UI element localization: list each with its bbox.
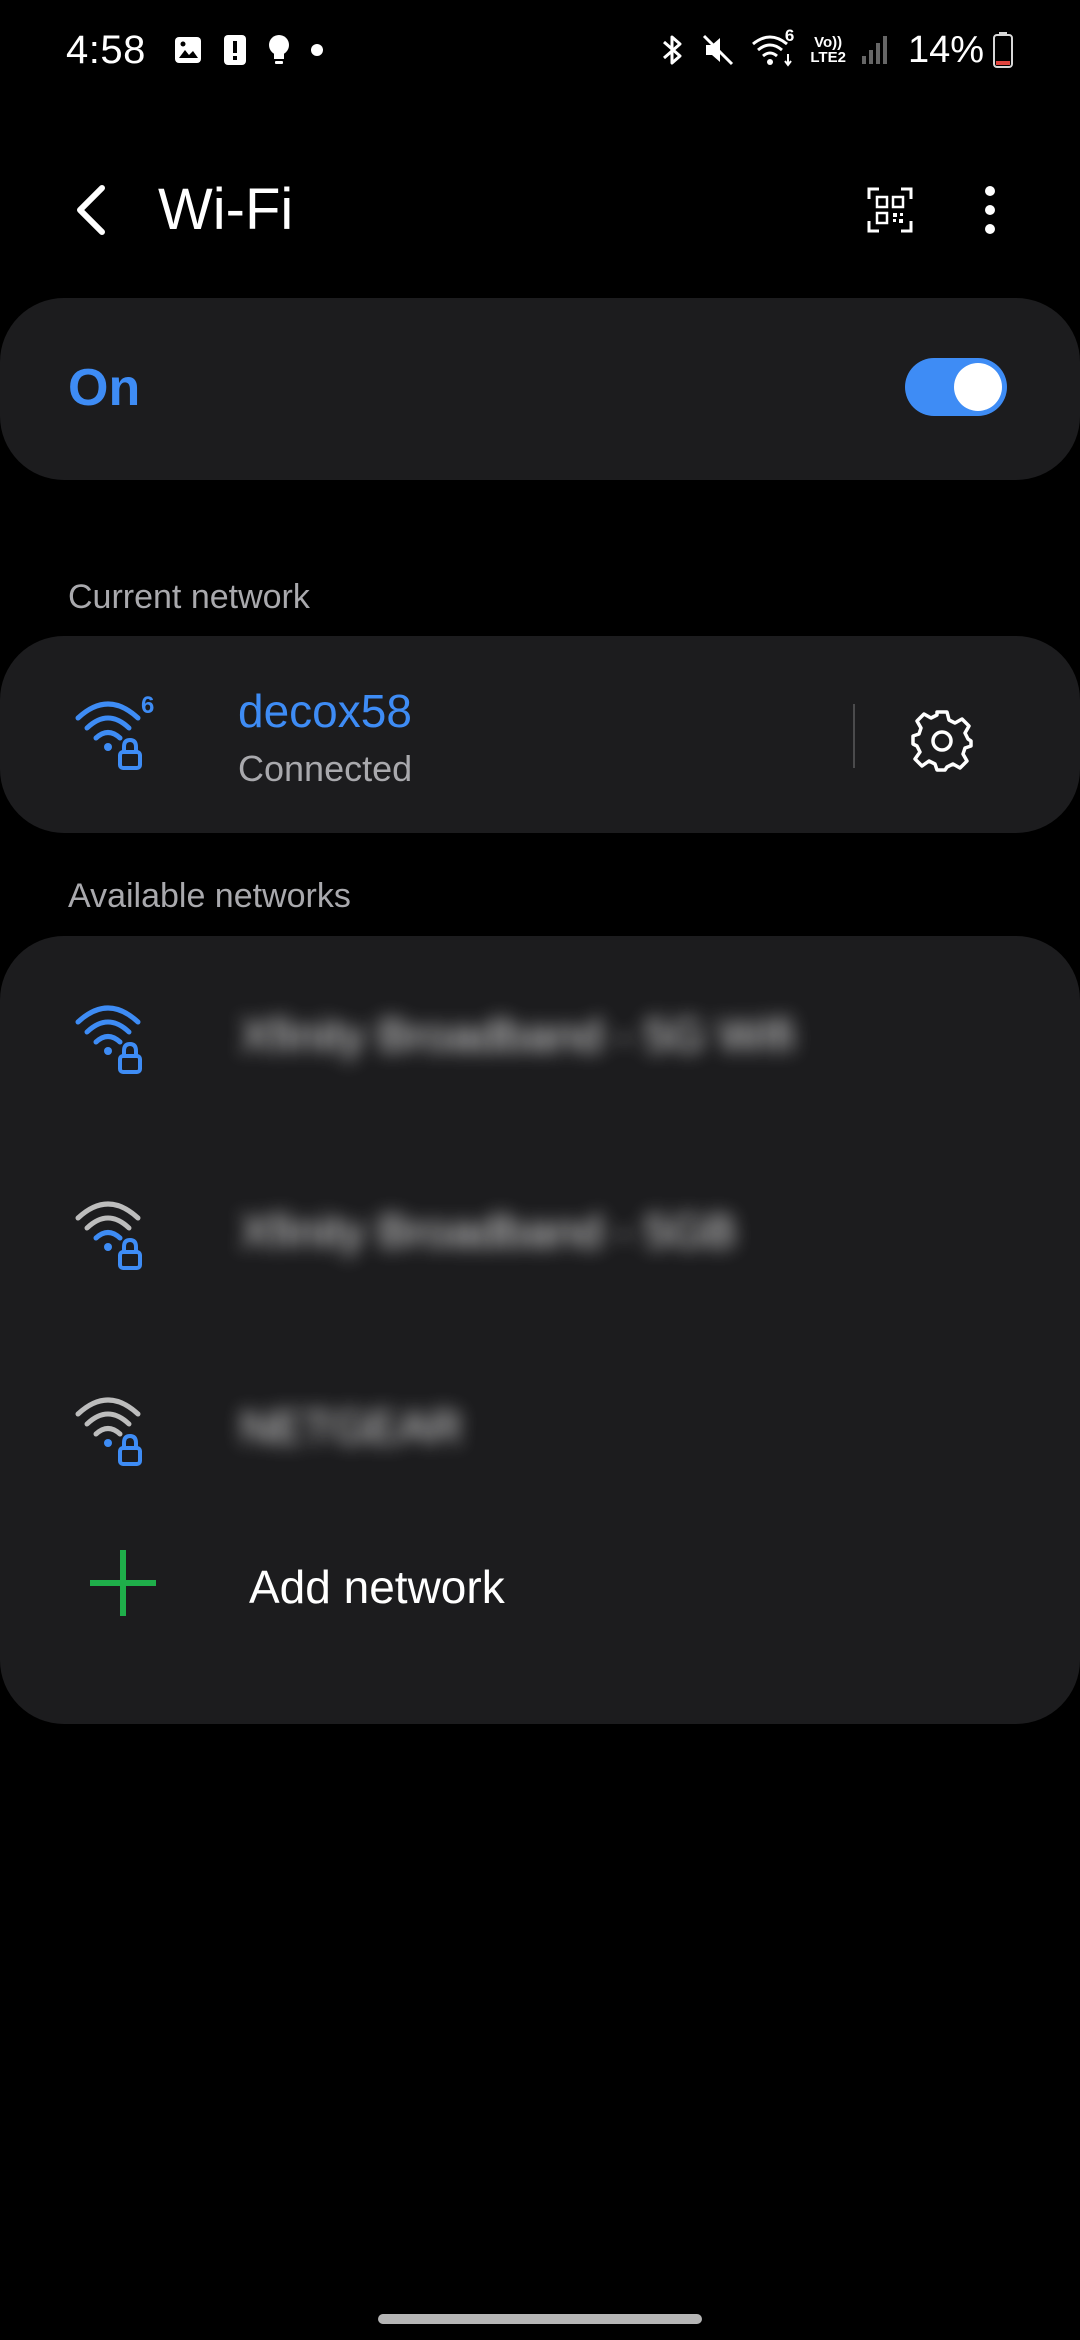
wifi-settings-screen: 4:58 6 Vo)) LTE2 14% Wi-Fi On Current ne…: [0, 0, 1080, 2340]
lte-indicator: Vo)) LTE2: [810, 35, 846, 65]
wifi-lock-icon: [75, 1005, 142, 1074]
home-indicator[interactable]: [378, 2314, 702, 2324]
back-arrow-icon: [77, 185, 105, 235]
plus-icon: [90, 1550, 156, 1616]
current-network-status: Connected: [238, 748, 413, 789]
back-button[interactable]: [60, 178, 124, 242]
more-options-button[interactable]: [962, 180, 1018, 240]
wifi-lock-icon: [75, 1201, 142, 1270]
current-network-heading: Current network: [68, 578, 310, 616]
wifi-toggle-switch[interactable]: [905, 358, 1007, 416]
wifi-icon: 6: [750, 26, 796, 68]
alert-icon: [222, 33, 248, 67]
status-bar-left: 4:58: [66, 28, 342, 73]
row-divider: [853, 704, 855, 768]
page-title: Wi-Fi: [158, 177, 294, 242]
signal-icon: [860, 34, 890, 66]
current-network-row[interactable]: 6 decox58 Connected: [0, 636, 840, 833]
add-network-button[interactable]: Add network: [0, 1492, 1080, 1692]
qr-code-button[interactable]: [860, 180, 920, 240]
dot-icon: [310, 43, 324, 57]
qr-code-icon: [867, 187, 913, 233]
add-network-label: Add network: [249, 1561, 505, 1613]
wifi-toggle-label: On: [68, 359, 141, 417]
wifi-lock-icon: [75, 1397, 142, 1466]
wifi-toggle-card[interactable]: On: [0, 298, 1080, 480]
wifi-badge: 6: [784, 26, 795, 45]
bulb-icon: [266, 33, 292, 67]
network-name: Xfinity Broadband - 5G Wifi: [240, 1009, 795, 1061]
lte-line-1: Vo)): [814, 34, 843, 51]
mute-icon: [700, 32, 736, 68]
status-bar: 4:58 6 Vo)) LTE2 14%: [0, 0, 1080, 100]
lte-line-2: LTE2: [810, 49, 846, 66]
status-bar-right: 6 Vo)) LTE2 14%: [660, 26, 1014, 72]
current-network-card: 6 decox58 Connected: [0, 636, 1080, 833]
available-networks-heading: Available networks: [68, 877, 351, 915]
network-name: NETGEAR: [240, 1401, 463, 1453]
more-vert-icon: [985, 186, 995, 234]
network-settings-button[interactable]: [905, 704, 979, 778]
network-name: Xfinity Broadband - 5GB: [240, 1205, 737, 1257]
image-icon: [172, 34, 204, 66]
wifi6-badge: 6: [141, 692, 155, 719]
battery-icon: [992, 31, 1014, 69]
switch-knob: [954, 363, 1002, 411]
status-time: 4:58: [66, 27, 146, 72]
gear-icon: [911, 710, 973, 772]
current-network-name: decox58: [238, 685, 412, 737]
battery-percent: 14%: [907, 28, 984, 71]
app-header: Wi-Fi: [0, 160, 1080, 260]
network-row[interactable]: Xfinity Broadband - 5G Wifi: [0, 936, 1080, 1132]
available-networks-card: Xfinity Broadband - 5G Wifi Xfinity Broa…: [0, 936, 1080, 1724]
bluetooth-icon: [660, 32, 686, 68]
network-row[interactable]: Xfinity Broadband - 5GB: [0, 1132, 1080, 1328]
